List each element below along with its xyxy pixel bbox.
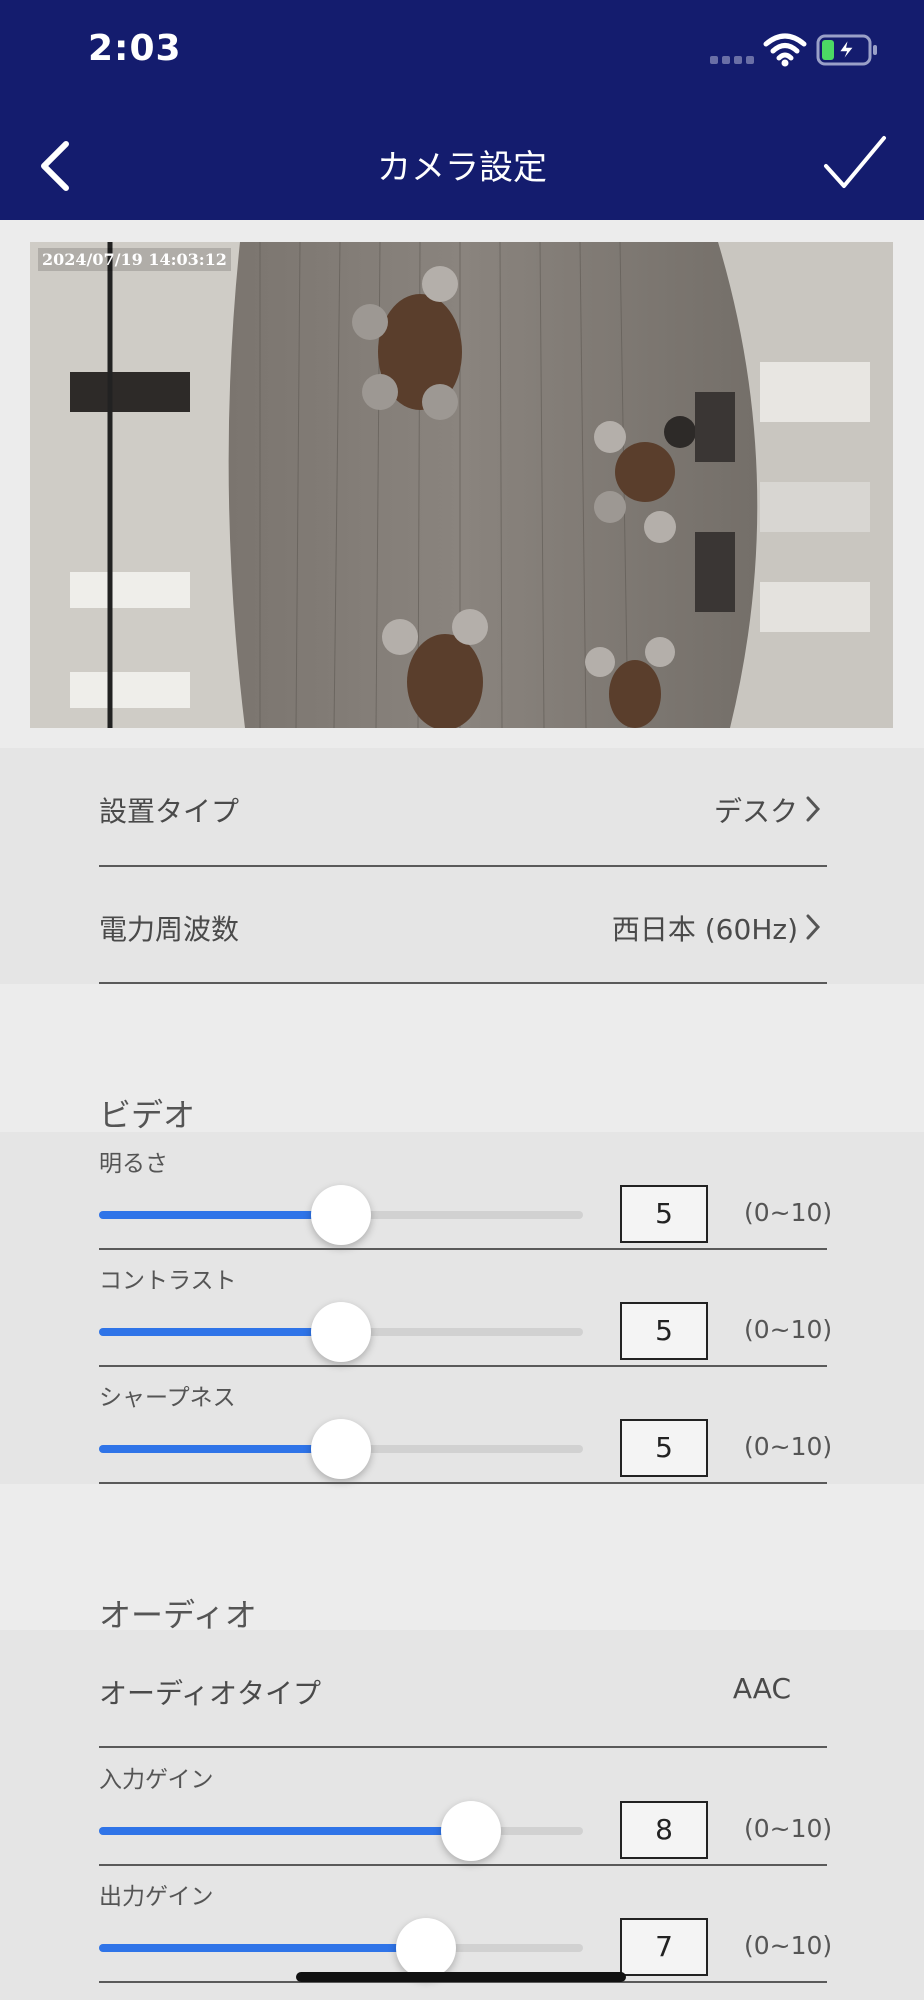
status-time: 2:03 — [88, 28, 182, 69]
input-gain-value[interactable]: 8 — [620, 1801, 708, 1859]
header: 2:03 カメラ設定 — [0, 0, 924, 220]
divider — [99, 865, 827, 867]
divider — [99, 1864, 827, 1866]
page-title: カメラ設定 — [377, 148, 547, 188]
input-gain-slider-fill — [99, 1827, 471, 1835]
input-gain-slider-thumb[interactable] — [441, 1801, 501, 1861]
brightness-range: (0~10) — [744, 1198, 833, 1227]
contrast-slider[interactable] — [99, 1302, 583, 1362]
install-type-value[interactable]: デスク — [714, 790, 798, 830]
brightness-slider[interactable] — [99, 1185, 583, 1245]
output-gain-label: 出力ゲイン — [99, 1884, 214, 1910]
sharpness-slider-thumb[interactable] — [311, 1419, 371, 1479]
input-gain-range: (0~10) — [744, 1814, 833, 1843]
sharpness-slider[interactable] — [99, 1419, 583, 1479]
video-section-title: ビデオ — [99, 1096, 196, 1134]
chevron-right-icon[interactable] — [804, 912, 822, 942]
brightness-slider-thumb[interactable] — [311, 1185, 371, 1245]
contrast-slider-thumb[interactable] — [311, 1302, 371, 1362]
output-gain-slider[interactable] — [99, 1918, 583, 1978]
sharpness-label: シャープネス — [99, 1385, 236, 1411]
output-gain-range: (0~10) — [744, 1931, 833, 1960]
contrast-label: コントラスト — [99, 1268, 237, 1294]
divider — [99, 982, 827, 984]
divider — [99, 1365, 827, 1367]
audio-type-value: AAC — [732, 1672, 791, 1705]
sharpness-value[interactable]: 5 — [620, 1419, 708, 1477]
wifi-icon — [763, 33, 807, 67]
install-type-label: 設置タイプ — [99, 795, 240, 828]
camera-preview-image: 2024/07/19 14:03:12 — [30, 242, 893, 728]
output-gain-value[interactable]: 7 — [620, 1918, 708, 1976]
chevron-right-icon[interactable] — [804, 794, 822, 824]
input-gain-label: 入力ゲイン — [99, 1767, 214, 1793]
sharpness-range: (0~10) — [744, 1432, 833, 1461]
cellular-signal-icon — [710, 56, 756, 64]
brightness-value[interactable]: 5 — [620, 1185, 708, 1243]
audio-section-title: オーディオ — [99, 1596, 257, 1634]
contrast-range: (0~10) — [744, 1315, 833, 1344]
battery-charging-icon — [816, 34, 877, 66]
contrast-value[interactable]: 5 — [620, 1302, 708, 1360]
divider — [99, 1482, 827, 1484]
power-frequency-value[interactable]: 西日本 (60Hz) — [612, 908, 798, 948]
output-gain-slider-fill — [99, 1944, 426, 1952]
audio-type-label: オーディオタイプ — [99, 1677, 322, 1710]
brightness-slider-fill — [99, 1211, 341, 1219]
divider — [99, 1746, 827, 1748]
camera-scene — [30, 242, 893, 728]
divider — [99, 1248, 827, 1250]
home-indicator — [296, 1972, 626, 1982]
output-gain-slider-thumb[interactable] — [396, 1918, 456, 1978]
brightness-label: 明るさ — [99, 1151, 168, 1177]
sharpness-slider-fill — [99, 1445, 341, 1453]
preview-timestamp: 2024/07/19 14:03:12 — [38, 248, 231, 271]
input-gain-slider[interactable] — [99, 1801, 583, 1861]
power-frequency-label: 電力周波数 — [99, 913, 240, 946]
contrast-slider-fill — [99, 1328, 341, 1336]
checkmark-icon[interactable] — [820, 132, 890, 194]
